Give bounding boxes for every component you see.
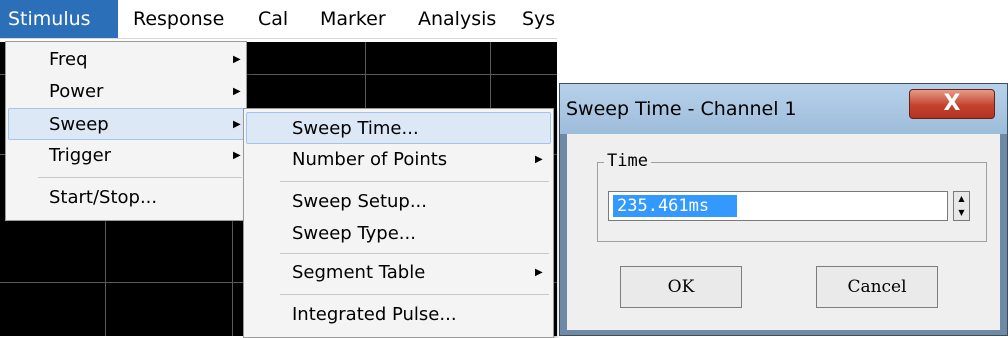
arrow-right-icon: ▶	[535, 154, 543, 165]
spin-up-icon[interactable]: ▲	[954, 192, 969, 207]
menu-separator	[280, 181, 549, 182]
menu-item-label: Number of Points	[292, 149, 448, 170]
menu-item-label: Freq	[49, 49, 88, 70]
menu-item-trigger[interactable]: Trigger ▶	[8, 140, 244, 172]
menu-item-label: Segment Table	[292, 262, 426, 283]
dialog-title-bar[interactable]: Sweep Time - Channel 1 X	[560, 84, 1007, 134]
arrow-right-icon: ▶	[233, 150, 241, 161]
menu-system[interactable]: Sys	[522, 0, 557, 38]
arrow-right-icon: ▶	[233, 54, 241, 65]
sweep-submenu: Sweep Time... Number of Points ▶ Sweep S…	[243, 108, 554, 338]
menu-separator	[280, 294, 549, 295]
menu-bar: Stimulus Response Cal Marker Analysis Sy…	[0, 0, 557, 39]
menu-response[interactable]: Response	[133, 0, 224, 38]
menu-item-label: Sweep Time...	[292, 118, 419, 139]
dialog-body: Time 235.461ms ▲ ▼ OK Cancel	[567, 134, 1000, 330]
arrow-right-icon: ▶	[233, 119, 241, 130]
close-button[interactable]: X	[909, 89, 995, 119]
time-input[interactable]: 235.461ms	[608, 191, 948, 221]
menu-item-label: Power	[49, 81, 104, 102]
menu-separator	[38, 177, 242, 178]
menu-stimulus[interactable]: Stimulus	[0, 0, 118, 38]
spin-down-icon[interactable]: ▼	[954, 206, 969, 220]
menu-item-sweep-setup[interactable]: Sweep Setup...	[246, 186, 551, 218]
ok-button[interactable]: OK	[620, 266, 742, 308]
menu-item-start-stop[interactable]: Start/Stop...	[8, 182, 244, 214]
menu-item-number-of-points[interactable]: Number of Points ▶	[246, 144, 551, 176]
menu-item-label: Sweep Setup...	[292, 191, 427, 212]
menu-item-sweep-type[interactable]: Sweep Type...	[246, 218, 551, 250]
menu-marker[interactable]: Marker	[320, 0, 386, 38]
dialog-title: Sweep Time - Channel 1	[566, 98, 797, 120]
arrow-right-icon: ▶	[535, 267, 543, 278]
menu-item-segment-table[interactable]: Segment Table ▶	[246, 257, 551, 289]
time-spinner: ▲ ▼	[953, 191, 970, 221]
menu-item-label: Start/Stop...	[49, 187, 158, 208]
menu-cal[interactable]: Cal	[258, 0, 288, 38]
menu-analysis[interactable]: Analysis	[418, 0, 496, 38]
menu-separator	[280, 253, 549, 254]
menu-item-label: Integrated Pulse...	[292, 304, 457, 325]
sweep-time-dialog: Sweep Time - Channel 1 X Time 235.461ms …	[559, 83, 1008, 336]
time-group: Time 235.461ms ▲ ▼	[597, 151, 987, 242]
menu-item-label: Sweep	[49, 114, 109, 135]
menu-item-integrated-pulse[interactable]: Integrated Pulse...	[246, 299, 551, 331]
time-value: 235.461ms	[613, 195, 738, 217]
arrow-right-icon: ▶	[233, 86, 241, 97]
menu-item-power[interactable]: Power ▶	[8, 76, 244, 108]
menu-item-sweep[interactable]: Sweep ▶	[8, 108, 244, 140]
time-group-label: Time	[604, 151, 651, 171]
menu-item-sweep-time[interactable]: Sweep Time...	[246, 112, 551, 144]
menu-item-label: Trigger	[49, 145, 112, 166]
menu-item-freq[interactable]: Freq ▶	[8, 44, 244, 76]
menu-item-label: Sweep Type...	[292, 223, 416, 244]
cancel-button[interactable]: Cancel	[816, 266, 938, 308]
close-icon: X	[943, 91, 961, 116]
stimulus-menu: Freq ▶ Power ▶ Sweep ▶ Trigger ▶ Start/S…	[5, 41, 247, 221]
